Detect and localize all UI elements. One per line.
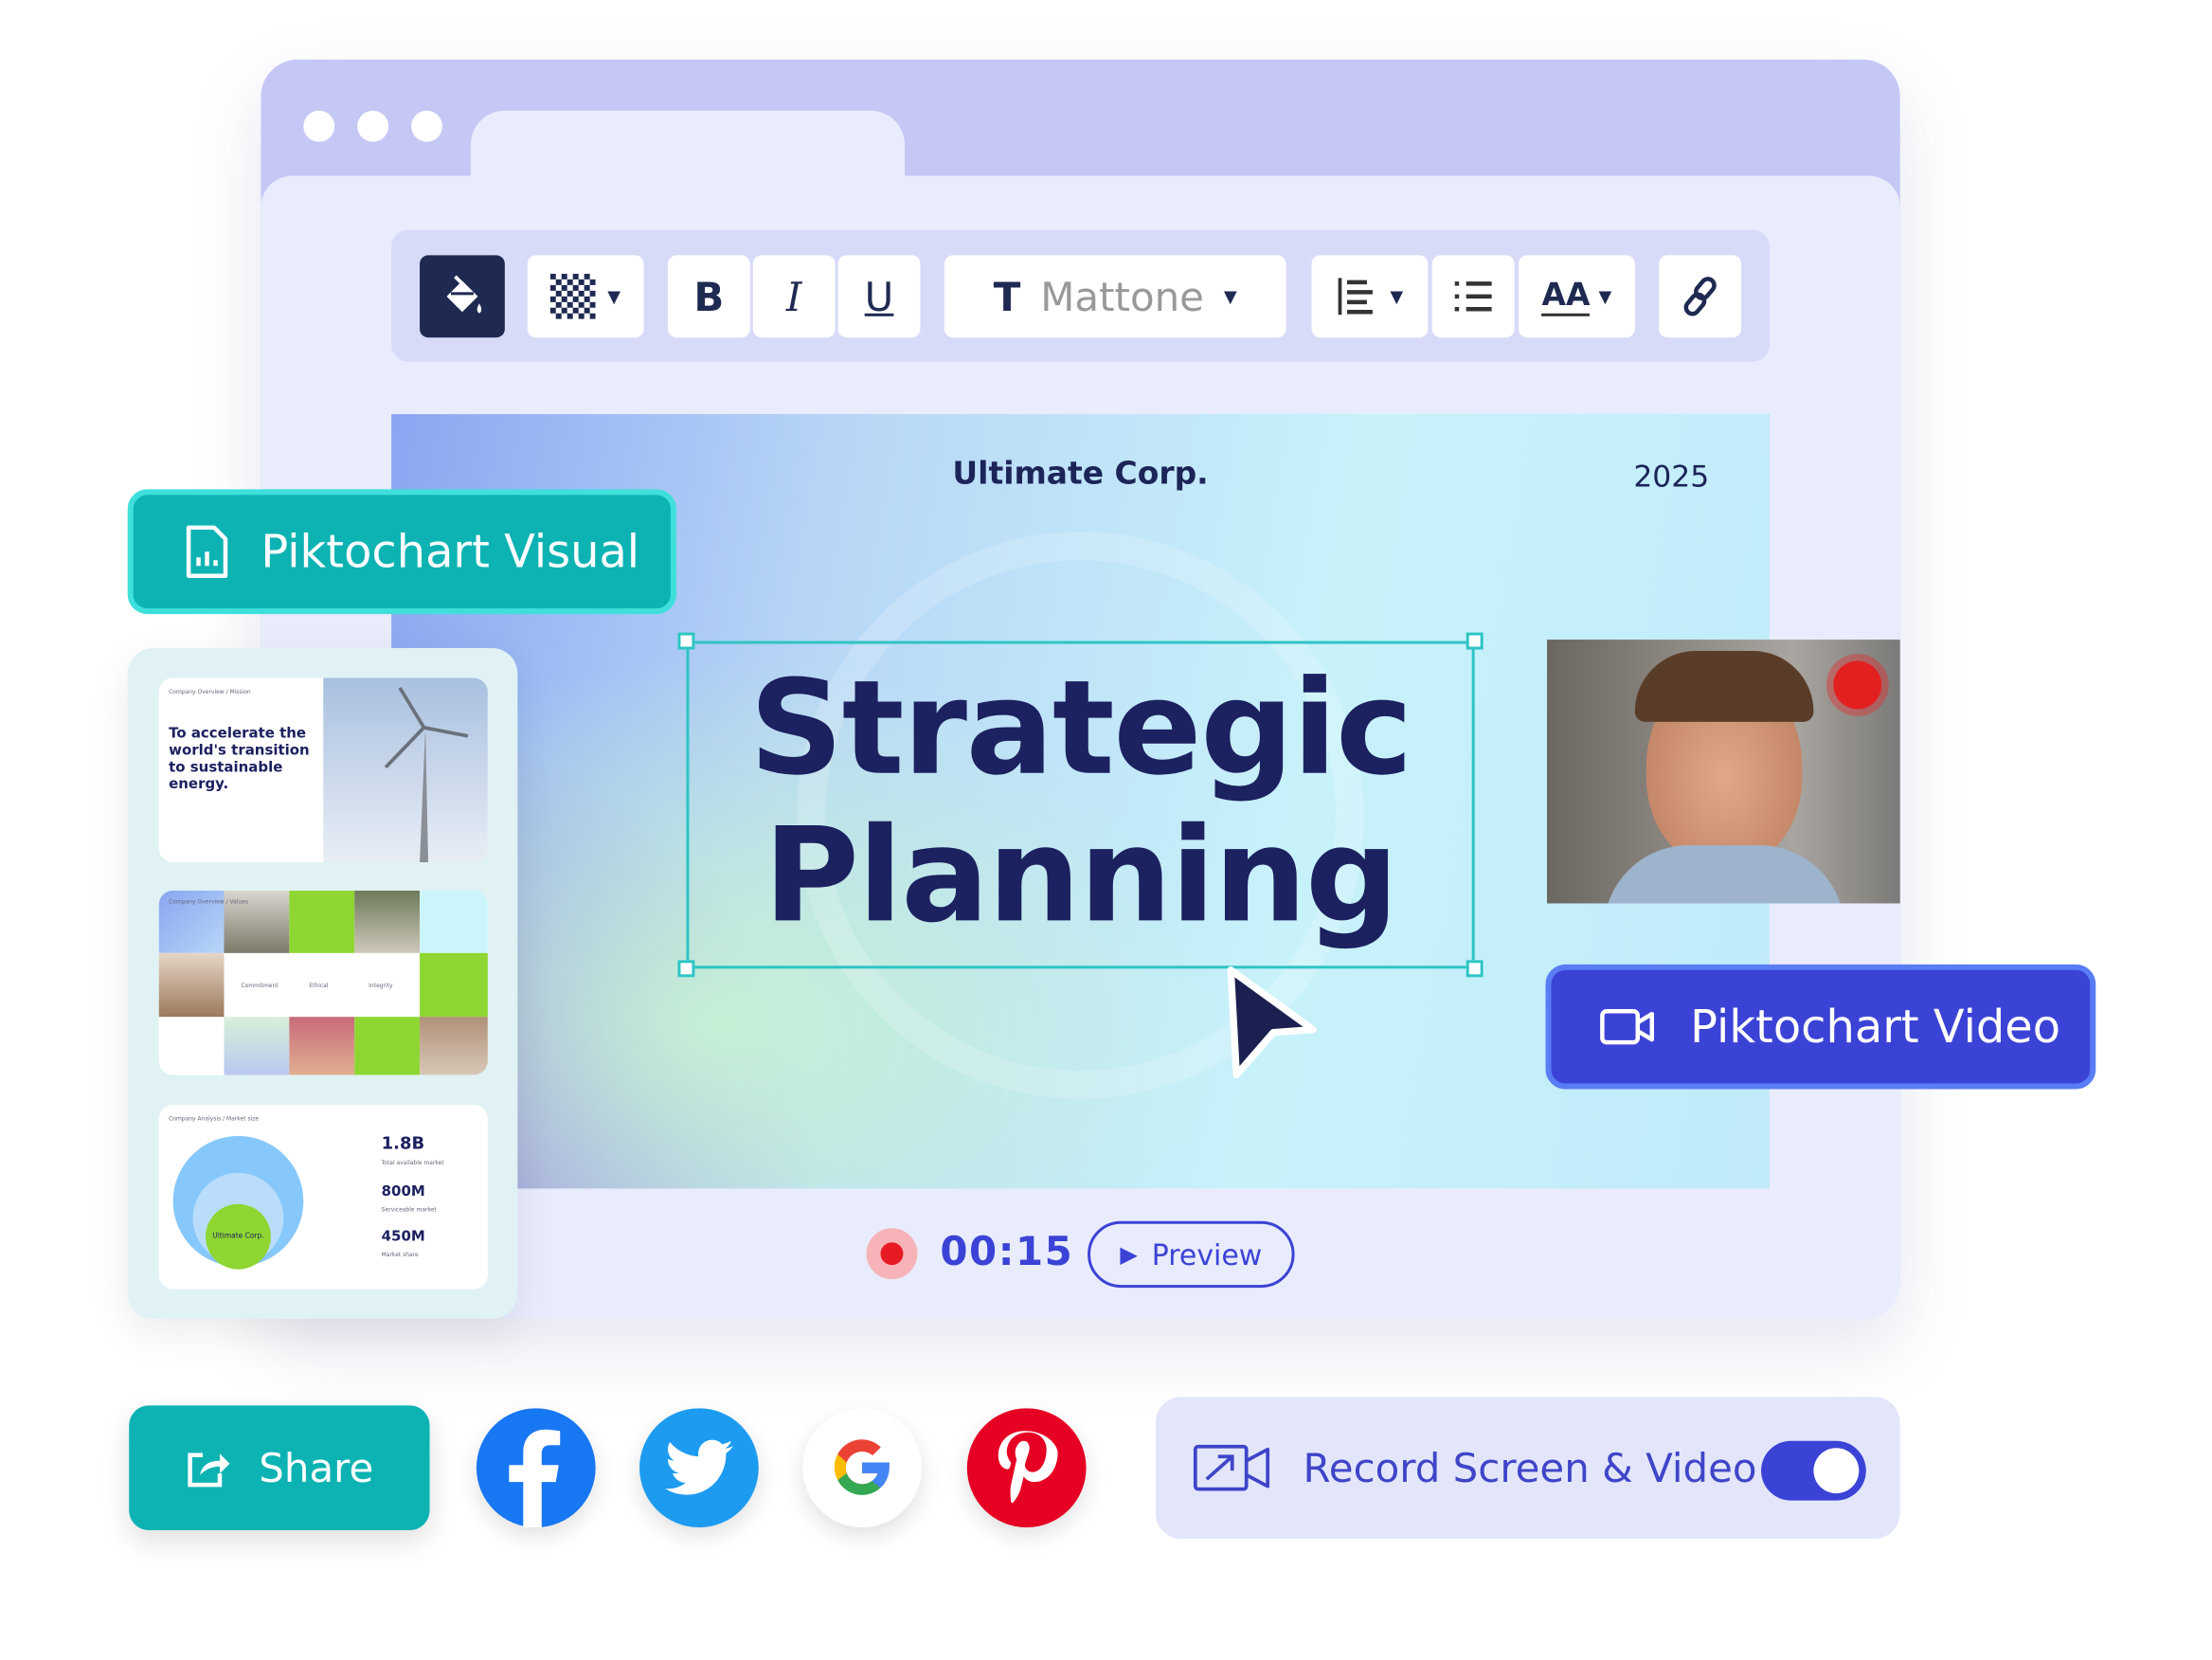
wind-turbine-icon [384,686,469,863]
align-left-icon [1339,278,1374,316]
cursor-icon [1227,966,1317,1079]
record-label: Record Screen & Video [1303,1444,1757,1491]
link-button[interactable] [1659,255,1742,338]
text-size-button[interactable]: AA ▼ [1519,255,1635,338]
record-toggle[interactable] [1761,1440,1866,1501]
thumbnail-slide[interactable]: Company Analysis / Market size Ultimate … [158,1105,488,1290]
align-button[interactable]: ▼ [1311,255,1429,338]
list-button[interactable] [1431,255,1515,338]
window-dot[interactable] [303,110,335,142]
twitter-icon [664,1439,733,1495]
google-icon [834,1439,890,1495]
badge-label: Piktochart Video [1690,1000,2061,1055]
document-chart-icon [186,525,228,578]
font-select[interactable]: T Mattone ▼ [944,255,1286,338]
recording-timer: 00:15 [940,1228,1074,1275]
link-icon [1683,277,1717,316]
fill-color-button[interactable] [420,255,505,338]
record-button[interactable] [866,1228,918,1280]
format-toolbar: ▼ B I U T Mattone ▼ ▼ AA ▼ [391,229,1771,362]
share-icon [187,1452,229,1488]
window-dot[interactable] [411,110,443,142]
piktochart-visual-badge[interactable]: Piktochart Visual [127,489,676,615]
pattern-button[interactable]: ▼ [527,255,644,338]
window-dot[interactable] [357,110,389,142]
thumbnail-slide[interactable]: Company Overview / Mission To accelerate… [158,677,488,863]
facebook-button[interactable] [476,1408,596,1528]
share-button[interactable]: Share [129,1405,430,1531]
piktochart-video-badge[interactable]: Piktochart Video [1545,964,2096,1090]
slide-thumbnails: Company Overview / Mission To accelerate… [127,648,518,1320]
webcam-feed [1547,640,1900,904]
bullet-list-icon [1454,281,1492,312]
video-camera-icon [1600,1008,1655,1045]
chevron-down-icon: ▼ [607,286,621,307]
play-icon: ▶ [1120,1240,1138,1269]
text-icon: T [993,273,1021,320]
chevron-down-icon: ▼ [1390,286,1404,307]
resize-handle[interactable] [1466,960,1484,978]
underline-button[interactable]: U [837,255,921,338]
record-screen-panel: Record Screen & Video [1155,1397,1900,1540]
bold-button[interactable]: B [667,255,750,338]
badge-label: Piktochart Visual [261,524,640,579]
slide-year: 2025 [1633,459,1710,494]
slide-title[interactable]: Strategic Planning [686,655,1474,950]
google-button[interactable] [802,1408,922,1528]
text-size-icon: AA [1541,278,1591,316]
resize-handle[interactable] [1466,632,1484,650]
recording-indicator [1833,660,1882,710]
twitter-button[interactable] [639,1408,759,1528]
pinterest-icon [998,1431,1058,1504]
browser-tab[interactable] [470,110,905,182]
preview-button[interactable]: ▶ Preview [1088,1220,1295,1289]
resize-handle[interactable] [677,960,695,978]
thumbnail-slide[interactable]: Company Overview / Values Commitment Eth… [158,890,488,1075]
facebook-icon [509,1429,561,1528]
italic-button[interactable]: I [752,255,836,338]
screen-record-icon [1193,1444,1270,1491]
chevron-down-icon: ▼ [1598,286,1612,307]
paint-bucket-icon [446,275,482,314]
pinterest-button[interactable] [966,1408,1087,1528]
slide-company: Ultimate Corp. [952,456,1209,493]
chevron-down-icon: ▼ [1223,286,1237,307]
resize-handle[interactable] [677,632,695,650]
checker-pattern-icon [550,273,597,319]
font-name: Mattone [1040,273,1204,320]
